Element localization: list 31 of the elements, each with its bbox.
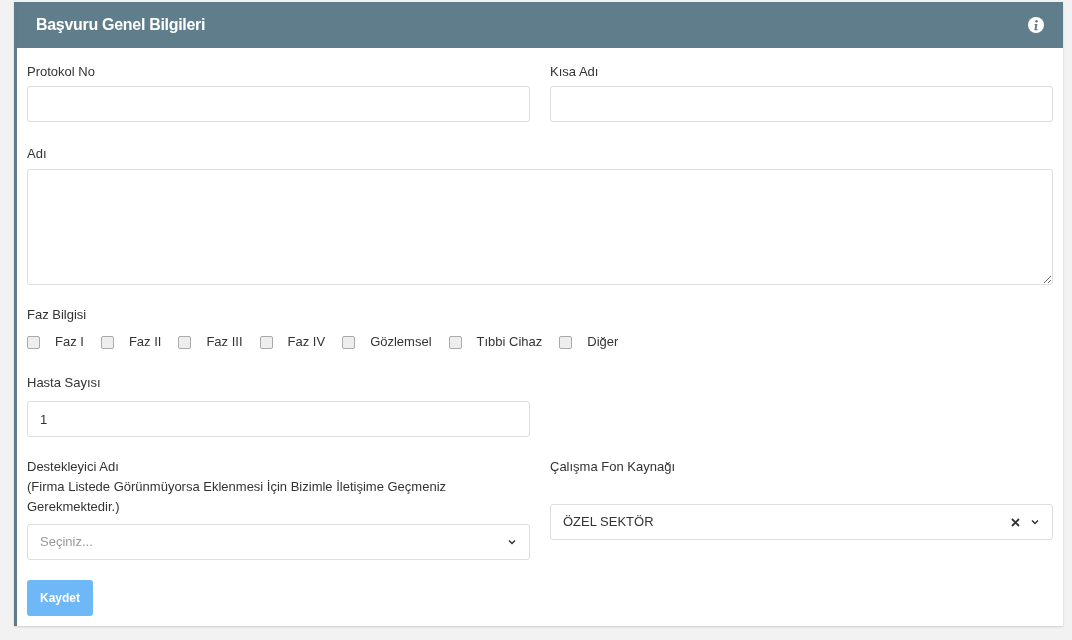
checkbox-label: Faz II (128, 333, 162, 352)
checkbox[interactable] (259, 335, 273, 349)
field-note: (Firma Listede Görünmüyorsa Eklenmesi İçin Bizimle İletişime Geçmeniz Gerekmektedir.) (27, 478, 447, 516)
checkbox-label: Faz I (55, 333, 84, 352)
field-label: Hasta Sayısı (27, 374, 102, 392)
checkbox[interactable] (559, 335, 573, 349)
checkbox-label: Faz III (206, 333, 243, 352)
checkbox[interactable] (448, 335, 462, 349)
checkbox[interactable] (100, 335, 114, 349)
funding-select[interactable]: ÖZEL SEKTÖR (550, 504, 1053, 540)
field-label: Protokol No (27, 63, 96, 81)
short-name-input[interactable] (550, 86, 1053, 122)
checkbox[interactable] (342, 335, 356, 349)
protocol-no-input[interactable] (27, 86, 530, 122)
chevron-down-icon (1030, 517, 1040, 527)
field-label: Kısa Adı (550, 63, 600, 81)
checkbox[interactable] (27, 335, 40, 349)
info-icon[interactable] (1028, 17, 1044, 33)
chevron-down-icon (507, 537, 517, 547)
clear-icon[interactable] (1011, 517, 1020, 527)
checkbox[interactable] (178, 335, 192, 349)
panel-title: Başvuru Genel Bilgileri (36, 15, 206, 35)
patient-count-input[interactable]: 1 (27, 401, 530, 437)
field-label: Adı (27, 145, 48, 163)
field-label: Destekleyici Adı (27, 458, 120, 476)
checkbox-label: Tıbbi Cihaz (476, 333, 543, 352)
checkbox-label: Diğer (587, 333, 619, 352)
checkbox-label: Faz IV (287, 333, 326, 352)
checkbox-label: Gözlemsel (370, 333, 432, 352)
field-label: Faz Bilgisi (27, 306, 88, 324)
field-label: Çalışma Fon Kaynağı (550, 458, 676, 476)
